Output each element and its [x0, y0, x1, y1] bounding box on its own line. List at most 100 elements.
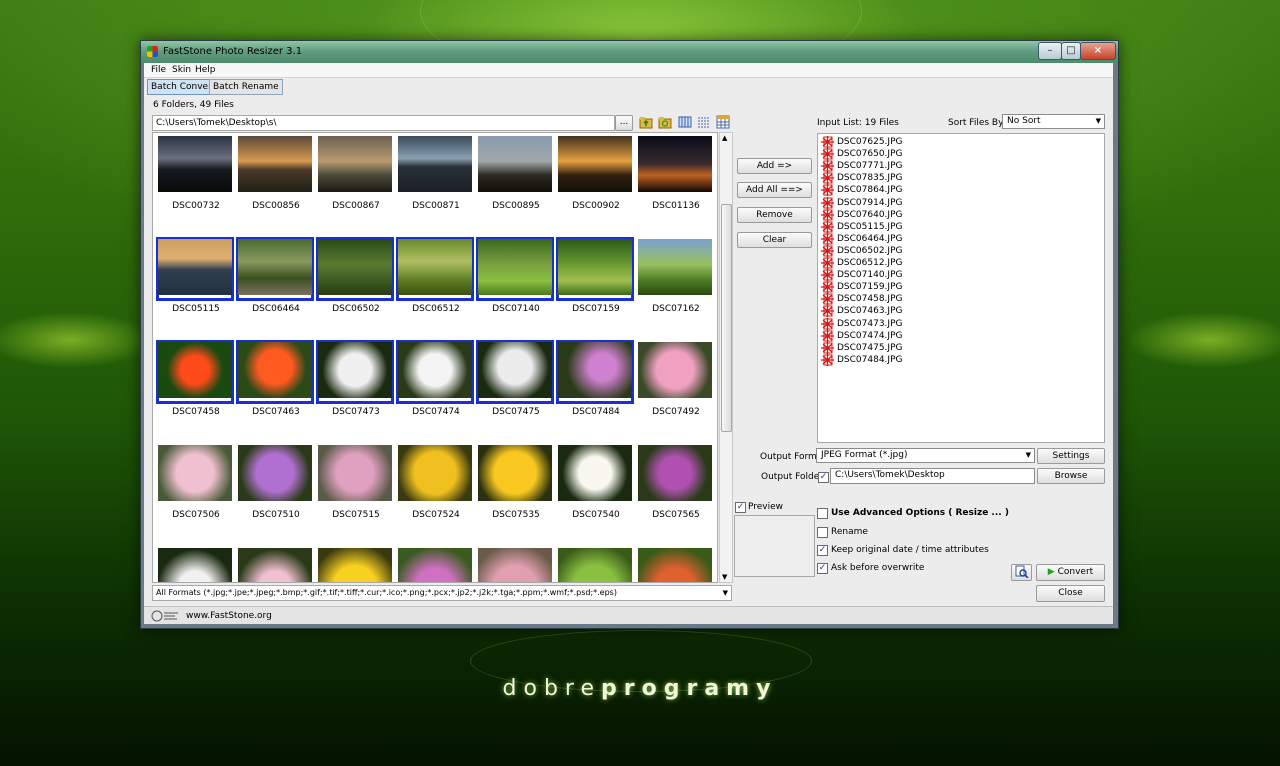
input-file-item[interactable]: DSC07650.JPG [821, 148, 902, 161]
file-format-filter[interactable]: All Formats (*.jpg;*.jpe;*.jpeg;*.bmp;*.… [152, 585, 732, 601]
thumbnail-item[interactable]: DSC01136 [636, 134, 716, 234]
folder-info: 6 Folders, 49 Files [153, 100, 234, 110]
input-file-item[interactable]: DSC07463.JPG [821, 305, 902, 318]
add-all-button[interactable]: Add All ==> [737, 182, 812, 198]
minimize-button[interactable]: – [1038, 42, 1062, 60]
details-view-icon[interactable] [697, 115, 711, 129]
input-file-list[interactable]: DSC07625.JPG DSC07650.JPG DSC07771.JPG DSC0… [817, 133, 1105, 443]
folder-refresh-icon[interactable] [658, 115, 672, 129]
scroll-down-icon[interactable]: ▼ [722, 573, 727, 581]
thumbnail-item[interactable]: DSC07159 [556, 237, 636, 337]
keep-attributes-checkbox[interactable]: ✓ [817, 545, 828, 556]
scroll-up-icon[interactable]: ▲ [722, 134, 727, 142]
thumbnail-item[interactable]: DSC07463 [236, 340, 316, 440]
thumbnail-item[interactable]: DSC07515 [316, 443, 396, 543]
thumbnail-scrollbar[interactable]: ▲ ▼ [719, 132, 733, 583]
thumbnail-item[interactable]: DSC07140 [476, 237, 556, 337]
menu-help[interactable]: Help [195, 65, 216, 75]
scroll-thumb[interactable] [721, 204, 732, 432]
add-button[interactable]: Add => [737, 158, 812, 174]
input-file-item[interactable]: DSC07159.JPG [821, 281, 902, 294]
input-file-item[interactable]: DSC05115.JPG [821, 220, 902, 233]
ask-overwrite-checkbox[interactable]: ✓ [817, 563, 828, 574]
thumbnail-item[interactable]: DSC00856 [236, 134, 316, 234]
input-file-item[interactable]: DSC07473.JPG [821, 317, 902, 330]
path-input[interactable]: C:\Users\Tomek\Desktop\s\ [152, 115, 615, 131]
thumbnail-item[interactable]: DSC05115 [156, 237, 236, 337]
remove-button[interactable]: Remove [737, 207, 812, 223]
folder-up-icon[interactable] [639, 115, 653, 129]
thumbnail-item[interactable]: DSC07458 [156, 340, 236, 440]
input-file-item[interactable]: DSC07484.JPG [821, 353, 902, 366]
thumbnail-item[interactable]: DSC07565 [636, 443, 716, 543]
thumbnail-item[interactable] [636, 546, 716, 582]
thumbnail-item[interactable]: DSC07524 [396, 443, 476, 543]
thumbnail-item[interactable]: DSC06502 [316, 237, 396, 337]
thumbnail-item[interactable]: DSC00871 [396, 134, 476, 234]
thumbnail-item[interactable] [556, 546, 636, 582]
thumbnail-item[interactable] [476, 546, 556, 582]
thumbnail-item[interactable]: DSC00732 [156, 134, 236, 234]
thumbnail-item[interactable]: DSC07535 [476, 443, 556, 543]
thumbnail-item[interactable]: DSC00867 [316, 134, 396, 234]
thumbnail-item[interactable]: DSC07162 [636, 237, 716, 337]
thumbnail-item[interactable]: DSC07475 [476, 340, 556, 440]
filmstrip-view-icon[interactable] [678, 115, 692, 129]
output-format-select[interactable]: JPEG Format (*.jpg) ▼ [816, 448, 1035, 463]
input-file-item[interactable]: DSC07625.JPG [821, 136, 902, 148]
thumbnail-view-icon[interactable] [716, 115, 730, 129]
thumbnail-item[interactable] [236, 546, 316, 582]
thumbnail-item[interactable] [316, 546, 396, 582]
thumbnail-frame [556, 237, 634, 301]
thumbnail-grid[interactable]: DSC00732 DSC00856 DSC00867 DSC00871 DSC00895… [152, 132, 718, 583]
thumbnail-item[interactable]: DSC07484 [556, 340, 636, 440]
input-file-item[interactable]: DSC06464.JPG [821, 232, 902, 245]
convert-button[interactable]: ▶ Convert [1036, 564, 1105, 581]
input-file-item[interactable]: DSC07458.JPG [821, 293, 902, 306]
settings-button[interactable]: Settings [1037, 448, 1105, 464]
thumbnail-item[interactable]: DSC00902 [556, 134, 636, 234]
menu-file[interactable]: File [151, 65, 166, 75]
input-file-item[interactable]: DSC07835.JPG [821, 172, 902, 185]
thumbnail-item[interactable]: DSC06512 [396, 237, 476, 337]
input-file-item[interactable]: DSC07914.JPG [821, 196, 902, 209]
input-file-item[interactable]: DSC06502.JPG [821, 244, 902, 257]
preview-checkbox[interactable]: ✓ [735, 502, 746, 513]
input-file-item[interactable]: DSC07475.JPG [821, 341, 902, 354]
preview-output-button[interactable] [1011, 564, 1032, 581]
thumbnail-item[interactable]: DSC07540 [556, 443, 636, 543]
thumbnail-item[interactable]: DSC06464 [236, 237, 316, 337]
maximize-button[interactable]: □ [1061, 42, 1081, 60]
input-file-item[interactable]: DSC07864.JPG [821, 184, 902, 197]
clear-button[interactable]: Clear [737, 232, 812, 248]
output-folder-checkbox[interactable]: ✓ [818, 472, 829, 483]
sort-select[interactable]: No Sort ▼ [1002, 114, 1105, 129]
advanced-options-label[interactable]: Use Advanced Options ( Resize ... ) [831, 508, 1009, 518]
thumbnail-item[interactable]: DSC00895 [476, 134, 556, 234]
thumbnail-item[interactable] [156, 546, 236, 582]
status-bar: www.FastStone.org [144, 606, 1113, 624]
rename-checkbox[interactable] [817, 527, 828, 538]
thumbnail-item[interactable]: DSC07510 [236, 443, 316, 543]
thumbnail-item[interactable] [396, 546, 476, 582]
thumbnail-item[interactable]: DSC07473 [316, 340, 396, 440]
close-window-button[interactable]: × [1080, 42, 1116, 60]
browse-button[interactable]: Browse [1037, 468, 1105, 484]
thumbnail-item[interactable]: DSC07474 [396, 340, 476, 440]
close-button[interactable]: Close [1036, 585, 1105, 602]
tab-batch-rename[interactable]: Batch Rename [209, 79, 283, 95]
thumbnail-item[interactable]: DSC07506 [156, 443, 236, 543]
thumbnail-item[interactable]: DSC07492 [636, 340, 716, 440]
browse-folder-button[interactable]: ... [615, 115, 633, 131]
input-file-item[interactable]: DSC07140.JPG [821, 269, 902, 282]
advanced-options-checkbox[interactable] [817, 508, 828, 519]
website-link[interactable]: www.FastStone.org [186, 611, 272, 621]
output-folder-input[interactable]: C:\Users\Tomek\Desktop [830, 468, 1035, 484]
thumbnail-caption: DSC07510 [252, 510, 300, 520]
thumbnail-caption: DSC07515 [332, 510, 380, 520]
input-file-item[interactable]: DSC07640.JPG [821, 208, 902, 221]
input-file-item[interactable]: DSC07771.JPG [821, 160, 902, 173]
menu-skin[interactable]: Skin [172, 65, 191, 75]
input-file-item[interactable]: DSC07474.JPG [821, 329, 902, 342]
input-file-item[interactable]: DSC06512.JPG [821, 257, 902, 269]
